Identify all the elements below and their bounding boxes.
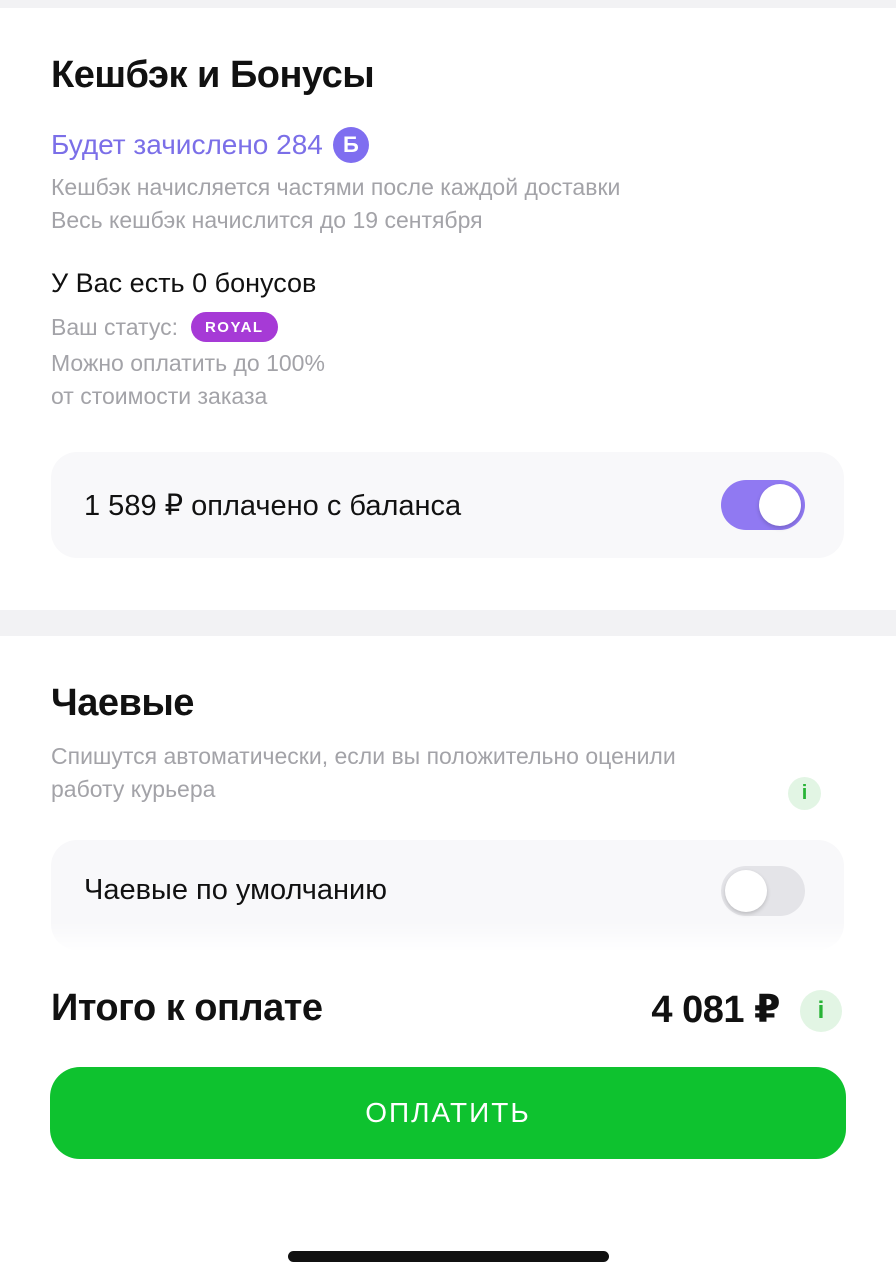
cashback-credited: Будет зачислено 284 Б	[51, 127, 369, 163]
cashback-note-line2: Весь кешбэк начислится до 19 сентября	[51, 207, 483, 233]
tips-info-icon[interactable]: i	[788, 777, 821, 810]
status-badge: ROYAL	[190, 312, 278, 342]
balance-payment-toggle[interactable]	[721, 480, 805, 530]
status-row: Ваш статус: ROYAL	[51, 312, 278, 342]
checkout-screen: Кешбэк и Бонусы Будет зачислено 284 Б Ке…	[0, 0, 896, 1280]
toggle-knob	[725, 870, 767, 912]
toggle-knob	[759, 484, 801, 526]
cashback-credited-text: Будет зачислено 284	[51, 129, 323, 160]
home-indicator	[288, 1251, 609, 1262]
total-info-icon[interactable]: i	[800, 990, 842, 1032]
bonuses-count: У Вас есть 0 бонусов	[51, 268, 317, 298]
tips-desc-line1: Спишутся автоматически, если вы положите…	[51, 743, 676, 769]
total-label: Итого к оплате	[51, 987, 323, 1029]
default-tips-label: Чаевые по умолчанию	[84, 874, 387, 906]
pay-limit-line2: от стоимости заказа	[51, 383, 268, 409]
cashback-note-line1: Кешбэк начисляется частями после каждой …	[51, 174, 621, 200]
section-divider	[0, 610, 896, 636]
status-label: Ваш статус:	[51, 313, 178, 340]
default-tips-toggle[interactable]	[721, 866, 805, 916]
bonus-b-icon: Б	[332, 127, 369, 163]
top-divider	[0, 0, 896, 8]
total-amount: 4 081 ₽	[651, 989, 780, 1031]
tips-desc-line2: работу курьера	[51, 776, 216, 802]
balance-payment-card[interactable]: 1 589 ₽ оплачено с баланса	[51, 452, 844, 558]
balance-payment-label: 1 589 ₽ оплачено с баланса	[84, 490, 462, 522]
pay-limit-line1: Можно оплатить до 100%	[51, 350, 325, 376]
tips-section-title: Чаевые	[51, 682, 194, 724]
cashback-section-title: Кешбэк и Бонусы	[51, 54, 375, 96]
pay-button[interactable]: ОПЛАТИТЬ	[50, 1067, 846, 1159]
default-tips-card[interactable]: Чаевые по умолчанию	[51, 840, 844, 950]
